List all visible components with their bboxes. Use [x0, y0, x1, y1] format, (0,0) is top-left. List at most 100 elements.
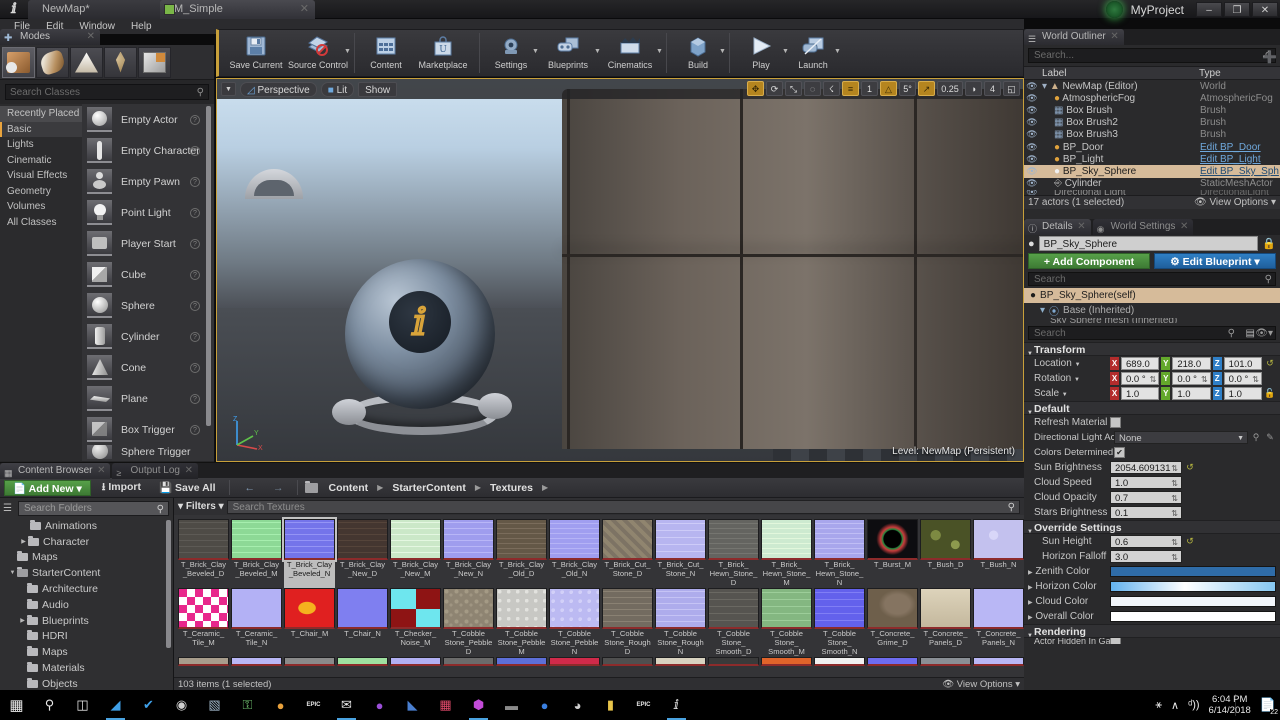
reset-icon[interactable]: ↺ [1184, 536, 1196, 547]
category-basic[interactable]: Basic [0, 121, 82, 137]
location-z-input[interactable]: 101.0 [1223, 357, 1262, 370]
row-type-link[interactable]: Edit BP_Sky_Sph [1200, 166, 1280, 177]
spinner-icon[interactable]: ⇅ [1150, 373, 1157, 384]
component-row-selected[interactable]: ● BP_Sky_Sphere(self) [1024, 288, 1280, 303]
asset-card[interactable]: T_Chair_N [337, 588, 388, 657]
level-tab-newmap[interactable]: NewMap* [28, 0, 178, 19]
horizon-falloff-input[interactable]: 3.0 ⇅ [1110, 550, 1182, 563]
column-type[interactable]: Type [1199, 68, 1221, 79]
rotate-mode-button[interactable]: ⟳ [766, 81, 783, 96]
category-geometry[interactable]: Geometry [0, 184, 82, 200]
chrome-icon[interactable]: ● [264, 690, 297, 720]
asset-card[interactable]: T_Brick_Clay _Beveled_D [178, 519, 229, 588]
asset-card[interactable]: T_Brick_Cut_ Stone_D [602, 519, 653, 588]
chevron-right-icon[interactable]: ▶ [18, 617, 27, 624]
back-button[interactable]: ← [237, 482, 262, 494]
asset-card[interactable]: T_Brick_Clay _Old_D [496, 519, 547, 588]
asset-card[interactable]: T_Cobble Stone_Pebble D [443, 588, 494, 657]
shield-check-icon[interactable]: ✔ [132, 690, 165, 720]
scrollbar-thumb[interactable] [166, 520, 171, 648]
camera-speed-value[interactable]: 4 [984, 81, 1001, 96]
outliner-rows[interactable]: 👁 ▾ ▲ NewMap (Editor) World 👁 ● Atmospheric… [1024, 80, 1280, 195]
asset-card[interactable]: T_Brick_Clay _New_N [443, 519, 494, 588]
paint-mode-icon[interactable] [36, 46, 69, 78]
cloud-color-swatch[interactable] [1110, 596, 1276, 607]
help-icon[interactable]: ? [190, 114, 200, 125]
purple-circle-icon[interactable]: ● [363, 690, 396, 720]
visibility-eye-icon[interactable]: 👁 [1024, 117, 1040, 128]
view-options-button[interactable]: 👁 View Options ▾ [942, 679, 1020, 690]
asset-card[interactable] [973, 657, 1024, 666]
lock-icon[interactable]: 🔒 [1262, 237, 1276, 250]
rotation-z-input[interactable]: 0.0 ° ⇅ [1223, 372, 1262, 385]
visibility-eye-icon[interactable]: 👁 [1024, 154, 1040, 165]
list-item[interactable]: Plane? [82, 383, 214, 414]
toolbar-save-current[interactable]: Save Current [225, 33, 287, 70]
close-button[interactable]: ✕ [1252, 2, 1278, 17]
section-header-transform[interactable]: ▼ Transform [1024, 342, 1280, 357]
asset-card[interactable]: T_Cobble Stone_Rough D [602, 588, 653, 657]
viewport-lit-button[interactable]: ■ Lit [320, 81, 355, 97]
list-item[interactable]: Empty Actor? [82, 104, 214, 135]
help-icon[interactable]: ? [190, 238, 200, 249]
geometry-edit-mode-icon[interactable] [138, 46, 171, 78]
asset-card[interactable]: T_Cobble Stone_ Smooth_N [814, 588, 865, 657]
close-icon[interactable]: ✕ [300, 0, 309, 19]
asset-card[interactable]: T_Brick_ Hewn_Stone_ M [761, 519, 812, 588]
section-header-override-settings[interactable]: ▼ Override Settings [1024, 520, 1280, 535]
component-row[interactable]: Sky Sphere mesh (Inherited) [1024, 318, 1280, 323]
asset-grid[interactable]: T_Brick_Clay _Beveled_D T_Brick_Clay _Be… [174, 515, 1024, 691]
rotation-snap-value[interactable]: 5° [899, 81, 916, 96]
asset-card[interactable]: T_Cobble Stone_ Smooth_D [708, 588, 759, 657]
menu-help[interactable]: Help [123, 19, 160, 34]
table-row-selected[interactable]: 👁 ● BP_Sky_Sphere Edit BP_Sky_Sph [1024, 165, 1280, 178]
viewport-show-button[interactable]: Show [358, 81, 398, 97]
asset-card[interactable] [284, 657, 335, 666]
refresh-material-checkbox[interactable] [1110, 417, 1121, 428]
folder-icon[interactable]: ▮ [594, 690, 627, 720]
list-item[interactable]: Sphere? [82, 290, 214, 321]
toolbar-cinematics[interactable]: Cinematics ▼ [599, 33, 663, 70]
asset-card[interactable] [178, 657, 229, 666]
grid-view-icon[interactable]: ▤ [1246, 327, 1255, 340]
toolbar-play[interactable]: Play ▼ [735, 33, 789, 70]
table-row[interactable]: 👁Directional LightDirectionalLight [1024, 190, 1280, 195]
zenith-color-swatch[interactable] [1110, 566, 1276, 577]
asset-card[interactable]: T_Cobble Stone_ Smooth_M [761, 588, 812, 657]
asset-card[interactable]: T_Brick_Cut_ Stone_N [655, 519, 706, 588]
asset-card[interactable]: T_Brick_ Hewn_Stone_ N [814, 519, 865, 588]
scale-z-input[interactable]: 1.0 [1223, 387, 1262, 400]
outliner-search-input[interactable]: Search... ⚲ [1028, 48, 1276, 63]
category-all-classes[interactable]: All Classes [0, 215, 82, 231]
clock[interactable]: 6:04 PM 6/14/2018 [1209, 694, 1251, 716]
close-icon[interactable]: ✕ [87, 29, 95, 45]
component-search-input[interactable]: Search ⚲ [1028, 272, 1276, 286]
asset-card[interactable] [337, 657, 388, 666]
asset-card[interactable]: T_Bush_D [920, 519, 971, 588]
camera-speed-button[interactable]: ◑ [965, 81, 982, 96]
toolbar-source-control[interactable]: Source Control ▼ [287, 33, 351, 70]
search-classes-input[interactable]: Search Classes ⚲ [5, 84, 209, 100]
help-icon[interactable]: ? [190, 269, 200, 280]
asset-card[interactable]: T_Burst_M [867, 519, 918, 588]
add-item-icon[interactable]: ➕ [1262, 50, 1277, 64]
grid-snap-value[interactable]: 1 [861, 81, 878, 96]
directional-light-actor-dropdown[interactable]: None ▼ [1114, 431, 1248, 444]
visibility-eye-icon[interactable]: 👁 [1024, 142, 1040, 153]
visibility-eye-icon[interactable]: 👁 [1024, 178, 1040, 189]
chart-app-icon[interactable]: ▧ [198, 690, 231, 720]
list-item[interactable]: Cone? [82, 352, 214, 383]
file-explorer-blue-icon[interactable]: ◢ [99, 690, 132, 720]
table-row[interactable]: 👁 ● BP_Door Edit BP_Door [1024, 141, 1280, 153]
asset-card[interactable] [655, 657, 706, 666]
help-icon[interactable]: ? [190, 393, 200, 404]
asset-card[interactable] [496, 657, 547, 666]
asset-card[interactable] [761, 657, 812, 666]
breadcrumb-starter-content[interactable]: StarterContent [390, 482, 468, 494]
reset-icon[interactable]: ↺ [1264, 358, 1276, 369]
close-icon[interactable]: ✕ [1110, 29, 1118, 45]
asset-card[interactable]: T_Brick_Clay _New_D [337, 519, 388, 588]
asset-card[interactable]: T_Concrete_ Panels_N [973, 588, 1024, 657]
asset-search-input[interactable]: Search Textures ⚲ [226, 499, 1020, 514]
spinner-icon[interactable]: ⇅ [1201, 373, 1208, 384]
